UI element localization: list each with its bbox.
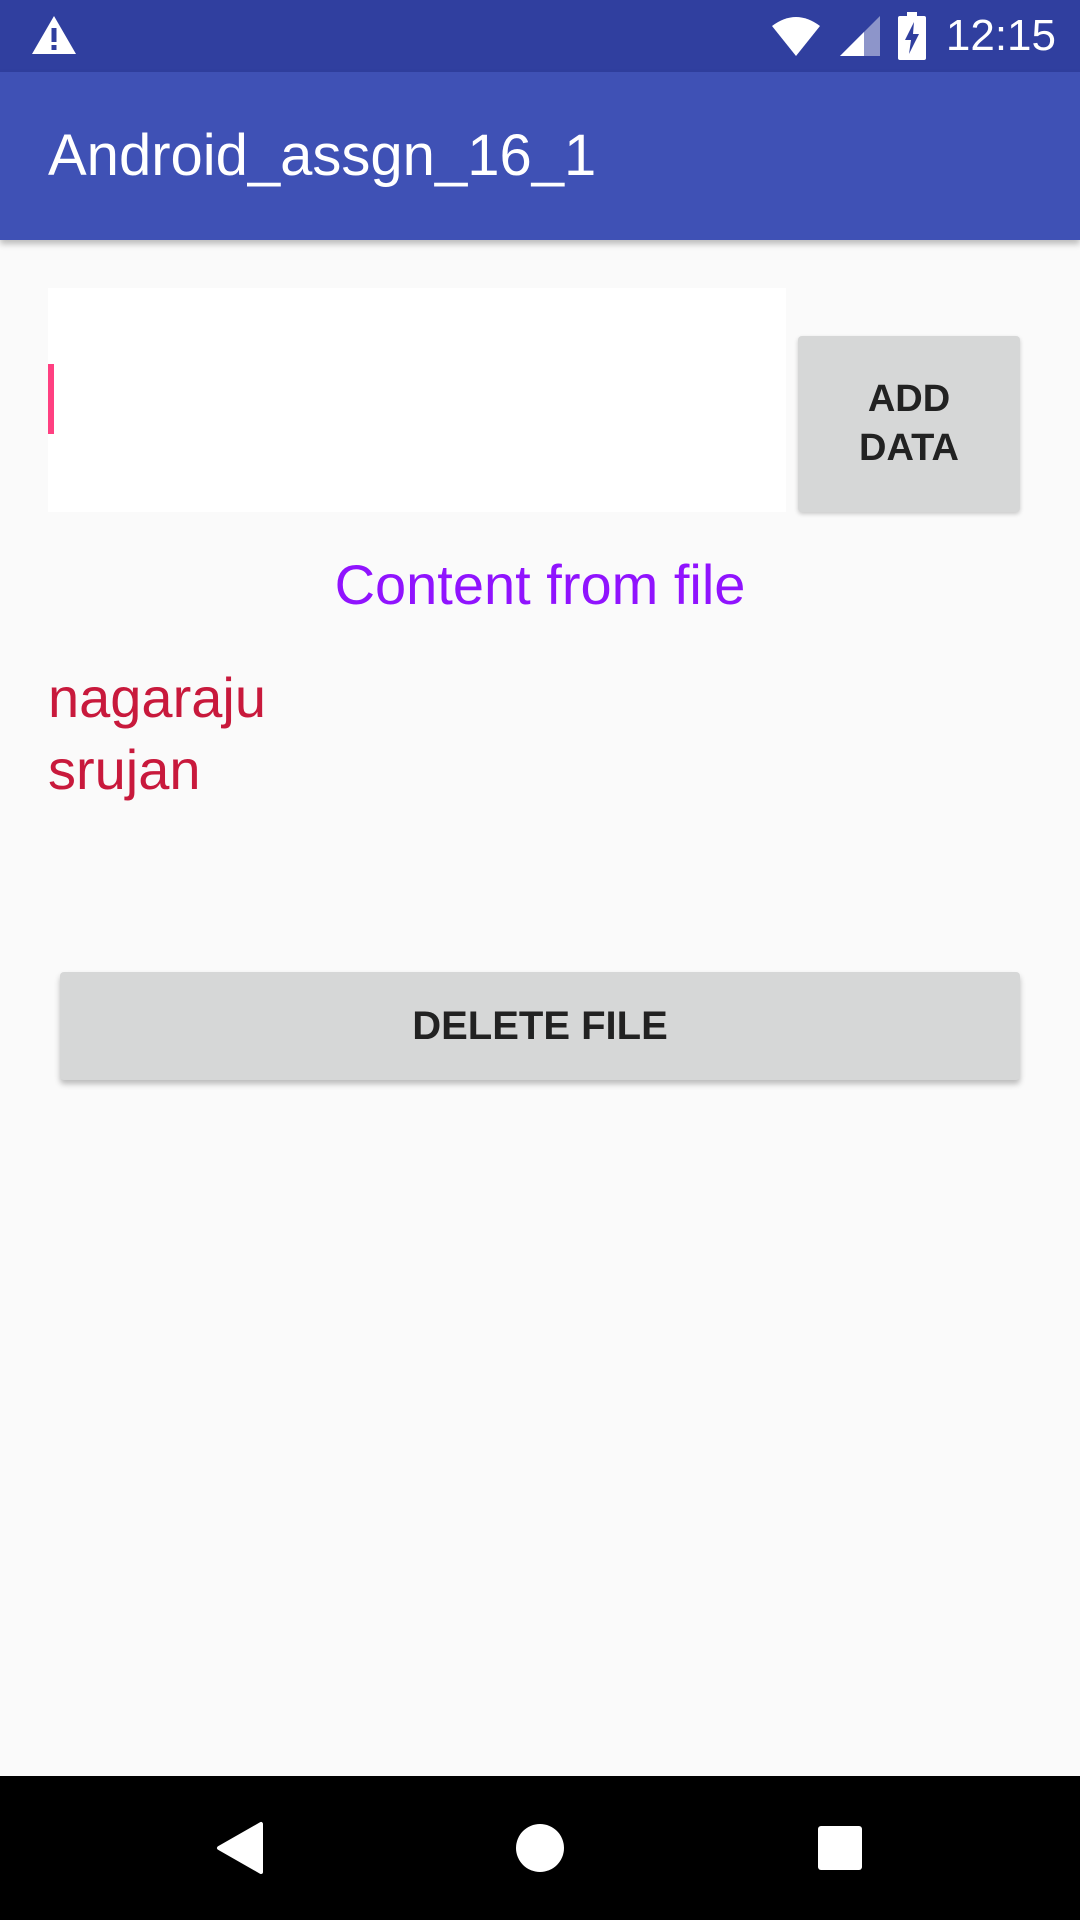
content-heading: Content from file <box>334 553 746 616</box>
delete-file-label: DELETE FILE <box>412 1003 668 1048</box>
file-content: nagaraju srujan <box>48 662 266 806</box>
data-input-field[interactable] <box>48 288 786 512</box>
home-button[interactable] <box>480 1776 600 1920</box>
recents-icon <box>818 1826 862 1870</box>
recents-button[interactable] <box>780 1776 900 1920</box>
page-title: Android_assgn_16_1 <box>48 123 597 188</box>
add-data-label-line1: ADD <box>867 378 951 420</box>
back-button[interactable] <box>180 1776 300 1920</box>
status-icons: 12:15 <box>770 0 1056 72</box>
add-data-label-line2: DATA <box>859 427 959 469</box>
data-input[interactable] <box>48 288 786 512</box>
status-bar: 12:15 <box>0 0 1080 72</box>
delete-file-button[interactable]: DELETE FILE <box>60 972 1020 1080</box>
warning-icon <box>32 16 76 54</box>
text-cursor <box>48 364 54 434</box>
navigation-bar <box>0 1776 1080 1920</box>
wifi-icon <box>771 17 820 56</box>
app-bar: Android_assgn_16_1 <box>0 72 1080 240</box>
file-content-line: nagaraju <box>48 666 266 729</box>
clock: 12:15 <box>945 11 1056 60</box>
add-data-button[interactable]: ADD DATA <box>798 336 1020 512</box>
home-icon <box>516 1824 564 1872</box>
back-icon <box>217 1822 263 1874</box>
battery-charging-icon <box>897 12 926 60</box>
signal-icon <box>839 16 880 56</box>
file-content-line: srujan <box>48 738 201 801</box>
